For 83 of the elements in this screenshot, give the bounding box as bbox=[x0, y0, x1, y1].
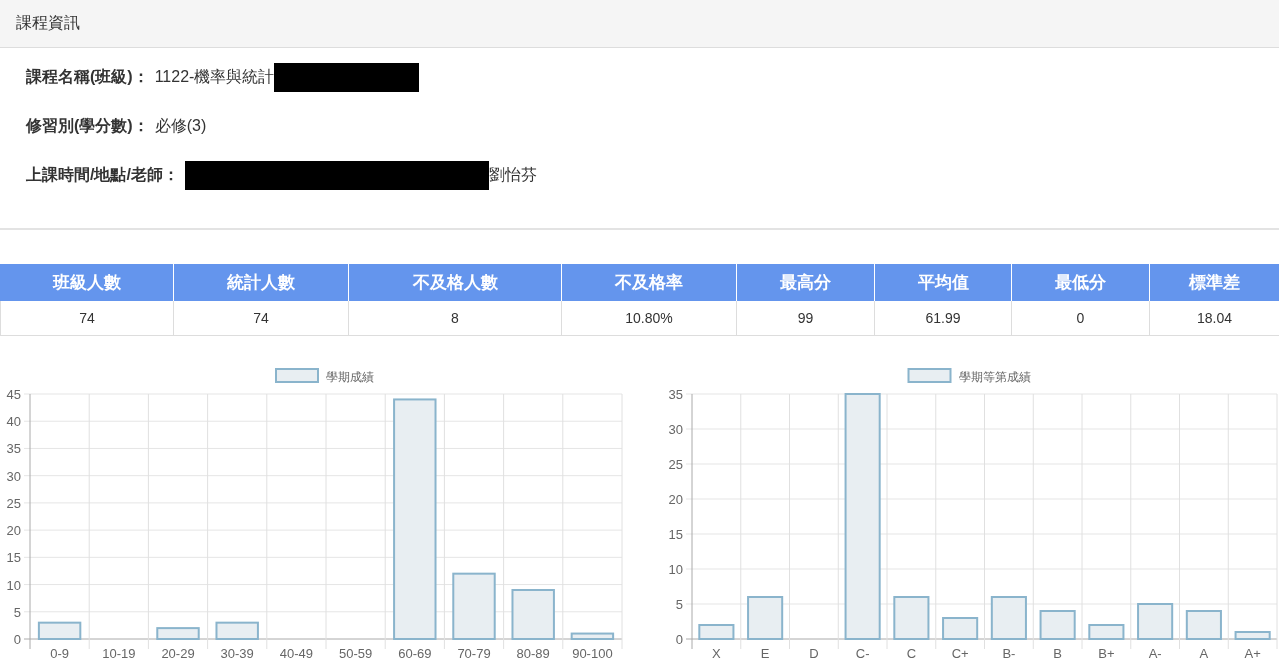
column-header: 統計人數 bbox=[173, 264, 348, 301]
field-value: 1122-機率與統計 bbox=[154, 67, 275, 87]
tick-label: A- bbox=[1148, 646, 1162, 661]
tick-label: 35 bbox=[668, 387, 683, 402]
legend-label: 學期等第成績 bbox=[958, 370, 1031, 384]
tick-label: 20 bbox=[6, 523, 21, 539]
bar bbox=[990, 596, 1027, 640]
tick-label: 20-29 bbox=[161, 646, 195, 661]
tick-label: C- bbox=[855, 646, 870, 661]
tick-label: D bbox=[809, 646, 819, 661]
panel-title: 課程資訊 bbox=[0, 0, 1279, 48]
legend-swatch bbox=[275, 368, 319, 383]
tick-label: C+ bbox=[951, 646, 969, 661]
bar bbox=[452, 572, 496, 640]
table-cell: 10.80% bbox=[561, 301, 736, 335]
field-label: 上課時間/地點/老師： bbox=[26, 165, 179, 185]
tick-label: 5 bbox=[675, 597, 683, 612]
tick-label: 5 bbox=[13, 604, 21, 620]
bar bbox=[1039, 610, 1076, 640]
bar bbox=[570, 632, 615, 640]
tick-label: 60-69 bbox=[398, 646, 432, 661]
field-value: 劉怡芬 bbox=[488, 165, 537, 185]
column-header: 不及格人數 bbox=[348, 264, 561, 301]
tick-label: 50-59 bbox=[339, 646, 373, 661]
tick-label: A bbox=[1199, 646, 1209, 661]
column-header: 最高分 bbox=[736, 264, 874, 301]
tick-label: 0 bbox=[13, 632, 21, 647]
tick-label: 15 bbox=[668, 527, 683, 542]
field-label: 修習別(學分數)： bbox=[26, 116, 149, 136]
bar bbox=[942, 617, 979, 640]
tick-label: C bbox=[906, 646, 917, 661]
bar bbox=[511, 589, 555, 640]
bar bbox=[747, 596, 784, 640]
table-cell: 0 bbox=[1011, 301, 1149, 335]
bar bbox=[37, 621, 82, 640]
column-header: 平均值 bbox=[874, 264, 1011, 301]
bar bbox=[215, 621, 259, 640]
bar bbox=[698, 624, 735, 640]
table-cell: 8 bbox=[348, 301, 561, 335]
column-header: 標準差 bbox=[1149, 264, 1279, 301]
tick-label: 20 bbox=[668, 492, 683, 507]
table-cell: 18.04 bbox=[1149, 301, 1279, 335]
tick-label: 80-89 bbox=[516, 646, 550, 661]
tick-label: 30 bbox=[668, 422, 683, 437]
bar bbox=[1234, 631, 1271, 640]
tick-label: 10 bbox=[668, 562, 683, 577]
table-cell: 61.99 bbox=[874, 301, 1011, 335]
table-cell: 99 bbox=[736, 301, 874, 335]
bar bbox=[1137, 603, 1174, 640]
tick-label: B+ bbox=[1098, 646, 1115, 661]
column-header: 最低分 bbox=[1011, 264, 1149, 301]
column-header: 不及格率 bbox=[561, 264, 736, 301]
tick-label: 10-19 bbox=[102, 646, 136, 661]
tick-label: 15 bbox=[6, 550, 21, 566]
column-header: 班級人數 bbox=[0, 264, 173, 301]
tick-label: 25 bbox=[668, 457, 683, 472]
legend-label: 學期成績 bbox=[326, 370, 374, 384]
tick-label: 35 bbox=[6, 441, 21, 457]
bar bbox=[893, 596, 930, 640]
tick-label: 30-39 bbox=[220, 646, 254, 661]
tick-label: 0-9 bbox=[50, 646, 69, 661]
tick-label: 90-100 bbox=[572, 646, 613, 661]
legend-swatch bbox=[907, 368, 952, 383]
bar bbox=[1185, 610, 1222, 640]
tick-label: X bbox=[712, 646, 721, 661]
bar bbox=[1088, 624, 1125, 640]
tick-label: 45 bbox=[6, 387, 21, 402]
bar bbox=[156, 627, 200, 640]
tick-label: 10 bbox=[6, 577, 21, 593]
tick-label: 0 bbox=[675, 632, 683, 647]
tick-label: 30 bbox=[6, 468, 21, 484]
tick-label: 70-79 bbox=[457, 646, 491, 661]
tick-label: B- bbox=[1002, 646, 1016, 661]
table-cell: 74 bbox=[173, 301, 348, 335]
tick-label: 40 bbox=[6, 414, 21, 430]
table-cell: 74 bbox=[0, 301, 173, 335]
tick-label: B bbox=[1053, 646, 1062, 661]
field-value: 必修(3) bbox=[154, 116, 207, 136]
field-label: 課程名稱(班級)： bbox=[26, 67, 149, 87]
tick-label: 25 bbox=[6, 495, 21, 511]
tick-label: E bbox=[760, 646, 770, 661]
tick-label: A+ bbox=[1244, 646, 1261, 661]
tick-label: 40-49 bbox=[279, 646, 313, 661]
